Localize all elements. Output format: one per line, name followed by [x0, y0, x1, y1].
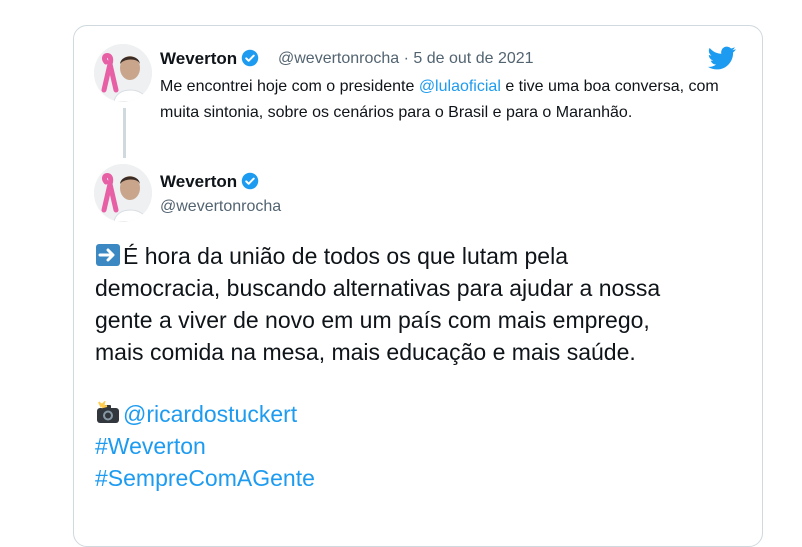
- reply-text: Me encontrei hoje com o presidente @lula…: [160, 74, 750, 126]
- main-handle[interactable]: @wevertonrocha: [160, 198, 281, 216]
- reply-text-before: Me encontrei hoje com o presidente: [160, 78, 419, 95]
- verified-badge-icon: [241, 49, 259, 67]
- tweet-line: democracia, buscando alternativas para a…: [95, 275, 661, 301]
- reply-author[interactable]: Weverton: [160, 49, 259, 69]
- avatar-image: [94, 164, 152, 222]
- reply-handle[interactable]: @wevertonrocha: [278, 50, 399, 67]
- main-author-name[interactable]: Weverton: [160, 172, 237, 191]
- main-tweet-text: É hora da união de todos os que lutam pe…: [95, 240, 735, 494]
- right-arrow-emoji-icon: [96, 244, 120, 266]
- reply-author-name[interactable]: Weverton: [160, 49, 237, 68]
- photo-credit-mention[interactable]: @ricardostuckert: [123, 401, 297, 427]
- hashtag-semprecomagente[interactable]: #SempreComAGente: [95, 462, 735, 494]
- main-author[interactable]: Weverton: [160, 172, 259, 192]
- tweet-line: É hora da união de todos os que lutam pe…: [95, 240, 735, 272]
- avatar[interactable]: [94, 164, 152, 222]
- avatar-image: [94, 44, 152, 102]
- hashtag-weverton[interactable]: #Weverton: [95, 430, 735, 462]
- twitter-bird-icon[interactable]: [706, 44, 738, 72]
- verified-badge-icon: [241, 172, 259, 190]
- avatar[interactable]: [94, 44, 152, 102]
- camera-flash-emoji-icon: [97, 401, 119, 423]
- reply-date[interactable]: 5 de out de 2021: [413, 50, 533, 67]
- meta-separator: ·: [403, 50, 409, 67]
- mention-link[interactable]: @lulaoficial: [419, 78, 501, 95]
- reply-meta: @wevertonrocha · 5 de out de 2021: [278, 50, 534, 68]
- tweet-line: gente a viver de novo em um país com mai…: [95, 307, 650, 333]
- tweet-line: mais comida na mesa, mais educação e mai…: [95, 339, 636, 365]
- photo-credit-line: @ricardostuckert: [95, 398, 735, 430]
- thread-connector-line: [123, 108, 126, 158]
